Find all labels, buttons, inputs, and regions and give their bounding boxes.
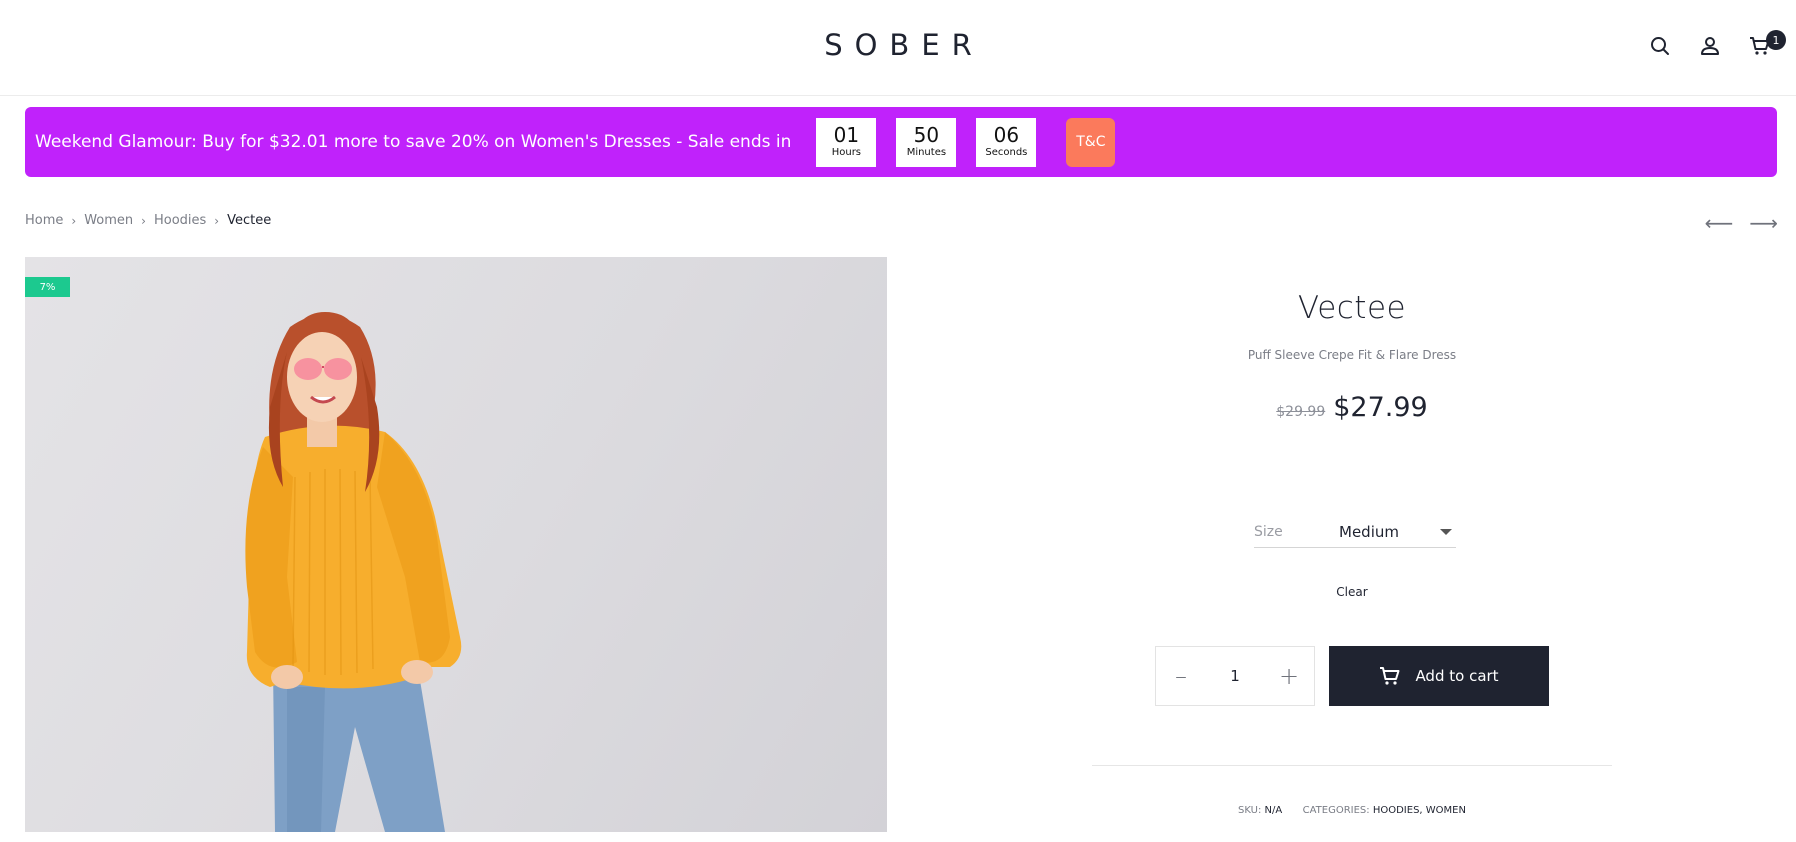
chevron-right-icon: › — [214, 213, 220, 228]
sku-value: N/A — [1264, 805, 1283, 816]
search-icon[interactable] — [1648, 34, 1672, 58]
arrow-right-icon[interactable]: ⟶ — [1749, 213, 1778, 233]
minus-icon[interactable]: – — [1170, 662, 1192, 690]
cart-icon[interactable]: 1 — [1748, 30, 1786, 58]
product-subtitle: Puff Sleeve Crepe Fit & Flare Dress — [1247, 348, 1457, 362]
site-logo[interactable]: SOBER — [0, 28, 1796, 62]
size-label: Size — [1254, 523, 1283, 540]
sale-price: $27.99 — [1333, 392, 1428, 423]
site-header: SOBER 1 — [0, 0, 1796, 96]
add-to-cart-label: Add to cart — [1415, 667, 1499, 685]
countdown-label: Hours — [831, 146, 862, 158]
product-summary: Vectee Puff Sleeve Crepe Fit & Flare Dre… — [1092, 290, 1612, 423]
breadcrumb-hoodies[interactable]: Hoodies — [154, 213, 206, 228]
plus-icon[interactable]: + — [1278, 662, 1300, 690]
clear-selection-link[interactable]: Clear — [1092, 585, 1612, 599]
sku-label: SKU: — [1238, 805, 1262, 816]
countdown-minutes: 50 Minutes — [896, 117, 957, 167]
countdown-value: 06 — [993, 122, 1020, 147]
size-value[interactable]: Medium — [1339, 523, 1440, 541]
quantity-input[interactable]: 1 — [1215, 667, 1255, 685]
breadcrumb-current: Vectee — [227, 213, 272, 228]
chevron-right-icon: › — [141, 213, 146, 228]
product-nav: ⟵ ⟶ — [1705, 213, 1778, 233]
header-icons: 1 — [1648, 30, 1786, 58]
cart-icon — [1380, 667, 1400, 685]
categories-label: CATEGORIES: — [1302, 805, 1370, 816]
countdown-value: 50 — [913, 122, 940, 147]
breadcrumb: Home › Women › Hoodies › Vectee — [25, 213, 271, 228]
categories-value[interactable]: HOODIES, WOMEN — [1373, 805, 1466, 816]
promo-banner: Weekend Glamour: Buy for $32.01 more to … — [25, 107, 1777, 177]
divider — [1092, 765, 1612, 766]
arrow-left-icon[interactable]: ⟵ — [1705, 213, 1734, 233]
countdown-hours: 01 Hours — [816, 117, 877, 167]
add-to-cart-button[interactable]: Add to cart — [1329, 646, 1549, 706]
terms-button[interactable]: T&C — [1066, 117, 1116, 167]
breadcrumb-women[interactable]: Women — [84, 213, 133, 228]
cart-count-badge: 1 — [1766, 30, 1786, 50]
quantity-stepper: – 1 + — [1155, 646, 1315, 706]
promo-text: Weekend Glamour: Buy for $32.01 more to … — [35, 132, 792, 152]
breadcrumb-home[interactable]: Home — [25, 213, 63, 228]
product-image[interactable]: 7% — [25, 257, 887, 832]
size-select[interactable]: Size Medium — [1254, 516, 1456, 548]
countdown-seconds: 06 Seconds — [976, 117, 1037, 167]
countdown-label: Minutes — [906, 146, 947, 158]
countdown-label: Seconds — [985, 146, 1028, 158]
model-illustration — [245, 312, 462, 832]
product-price: $29.99 $27.99 — [1092, 392, 1612, 423]
user-icon[interactable] — [1698, 34, 1722, 58]
chevron-right-icon: › — [71, 213, 77, 228]
caret-down-icon[interactable] — [1440, 528, 1452, 535]
old-price: $29.99 — [1276, 404, 1326, 420]
product-title: Vectee — [1297, 290, 1407, 326]
sale-badge: 7% — [25, 277, 70, 297]
countdown-value: 01 — [833, 122, 860, 147]
product-meta: SKU: N/A CATEGORIES: HOODIES, WOMEN — [1092, 805, 1612, 816]
